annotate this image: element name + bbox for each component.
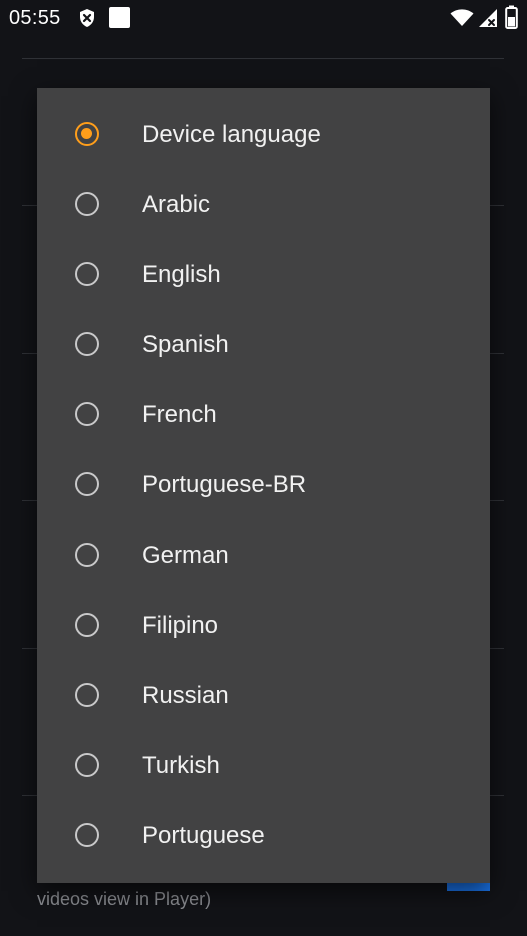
option-label: Filipino xyxy=(142,612,219,639)
language-option-portuguese-br[interactable]: Portuguese-BR xyxy=(37,450,490,520)
screen: 05:55 videos view in Player) Device lang… xyxy=(0,0,527,936)
option-label: Portuguese-BR xyxy=(142,471,307,498)
bg-divider xyxy=(22,58,504,59)
language-option-portuguese[interactable]: Portuguese xyxy=(37,801,490,871)
language-option-french[interactable]: French xyxy=(37,380,490,450)
radio-unchecked-icon[interactable] xyxy=(75,613,99,637)
battery-icon xyxy=(505,5,518,29)
wifi-icon xyxy=(450,9,474,26)
language-option-filipino[interactable]: Filipino xyxy=(37,591,490,661)
status-bar: 05:55 xyxy=(0,0,527,36)
option-label: Spanish xyxy=(142,331,229,358)
radio-unchecked-icon[interactable] xyxy=(75,332,99,356)
radio-unchecked-icon[interactable] xyxy=(75,543,99,567)
radio-unchecked-icon[interactable] xyxy=(75,823,99,847)
shield-x-icon xyxy=(80,9,94,27)
language-option-device[interactable]: Device language xyxy=(37,100,490,170)
option-label: Portuguese xyxy=(142,822,265,849)
radio-unchecked-icon[interactable] xyxy=(75,192,99,216)
option-label: Device language xyxy=(142,121,321,148)
language-option-russian[interactable]: Russian xyxy=(37,661,490,731)
language-option-german[interactable]: German xyxy=(37,521,490,591)
option-label: Russian xyxy=(142,682,229,709)
option-label: German xyxy=(142,542,229,569)
option-label: French xyxy=(142,401,217,428)
radio-unchecked-icon[interactable] xyxy=(75,402,99,426)
option-label: Arabic xyxy=(142,191,211,218)
option-label: Turkish xyxy=(142,752,220,779)
language-option-turkish[interactable]: Turkish xyxy=(37,731,490,801)
bg-footer-text: videos view in Player) xyxy=(37,889,212,909)
radio-unchecked-icon[interactable] xyxy=(75,472,99,496)
language-dialog: Device language Arabic English Spanish F… xyxy=(37,88,490,883)
status-time: 05:55 xyxy=(9,7,61,29)
radio-unchecked-icon[interactable] xyxy=(75,683,99,707)
language-option-english[interactable]: English xyxy=(37,240,490,310)
radio-checked-icon[interactable] xyxy=(75,122,99,146)
square-notification-icon xyxy=(109,7,130,28)
radio-unchecked-icon[interactable] xyxy=(75,262,99,286)
option-label: English xyxy=(142,261,221,288)
language-option-arabic[interactable]: Arabic xyxy=(37,170,490,240)
language-option-spanish[interactable]: Spanish xyxy=(37,310,490,380)
radio-unchecked-icon[interactable] xyxy=(75,753,99,777)
signal-icon xyxy=(479,9,497,27)
